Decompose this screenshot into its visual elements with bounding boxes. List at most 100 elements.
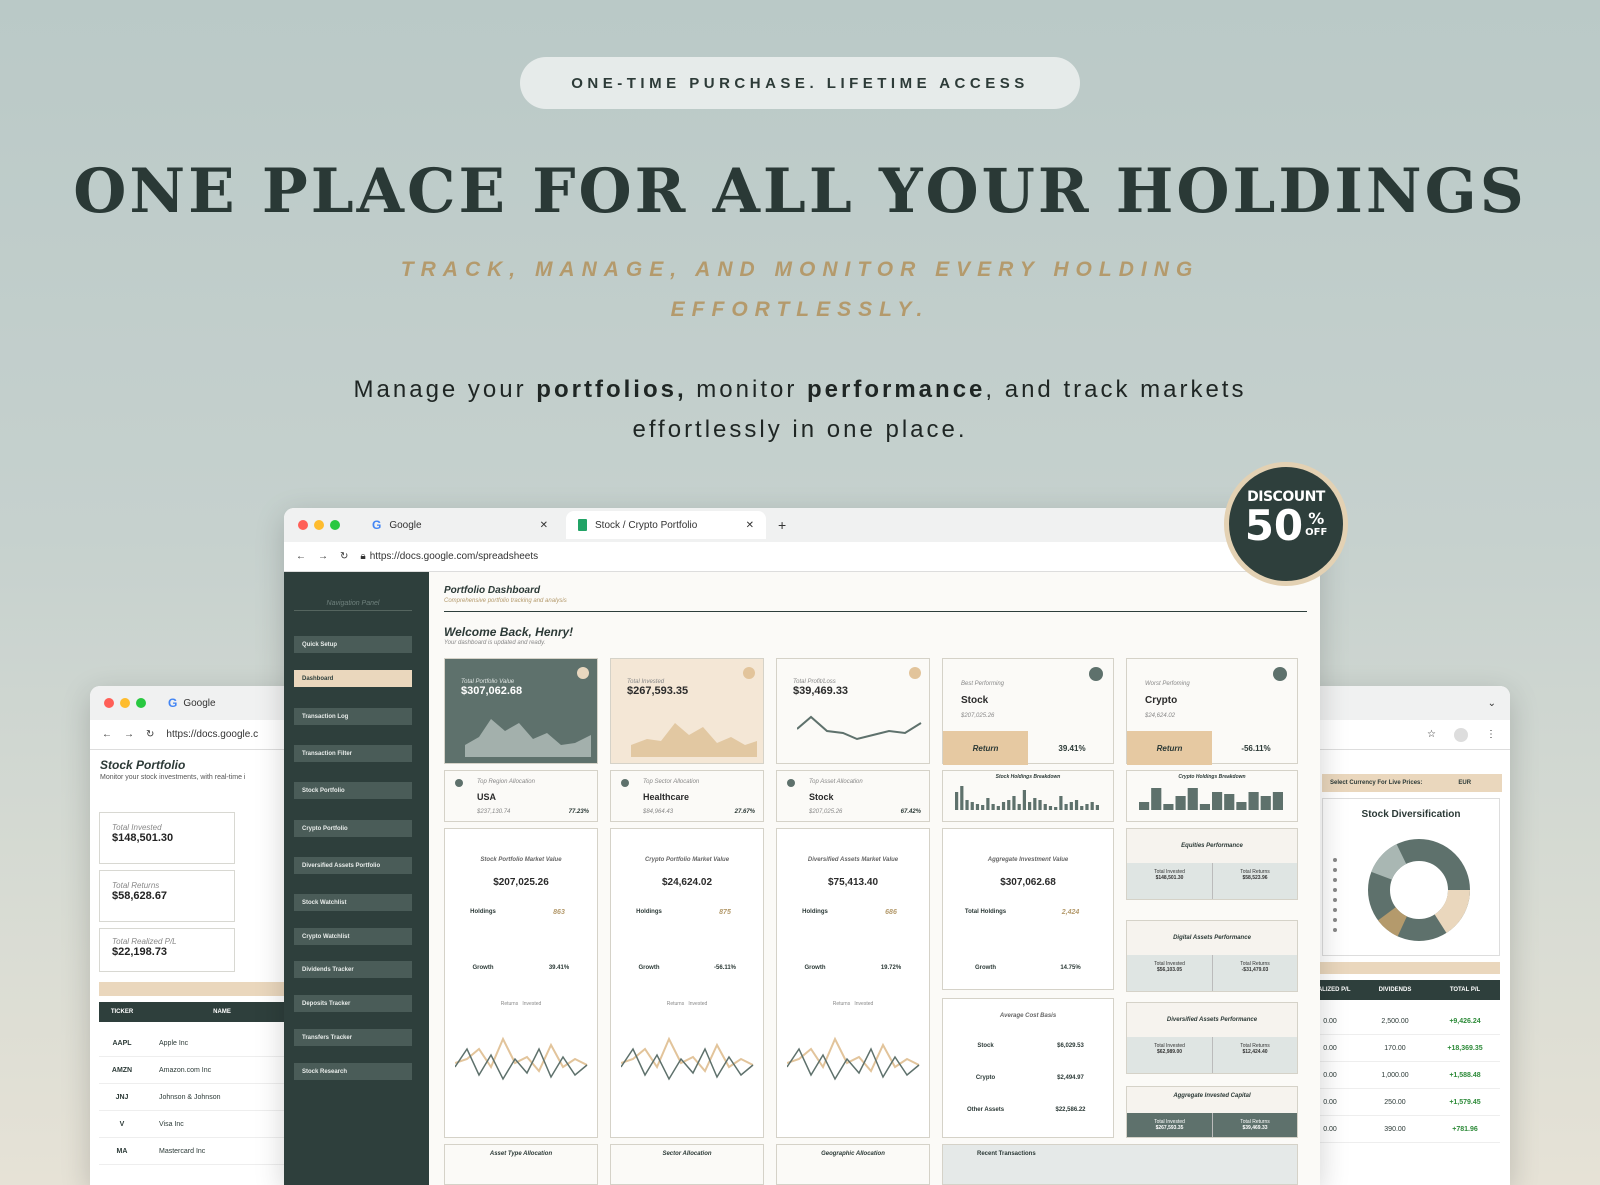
- avg-cost-row: Other Assets $22,586.22: [966, 1107, 1086, 1113]
- left-browser-window: G Google ← → ↻ https://docs.google.c Stock P…: [90, 686, 300, 1185]
- back-icon[interactable]: ←: [296, 551, 306, 562]
- main-browser-window: G Google ✕ Stock / Crypto Portfolio ✕ + ← → ↻…: [284, 508, 1320, 1185]
- diversification-donut: [1333, 839, 1470, 941]
- hero-description: Manage your portfolios, monitor performa…: [353, 376, 1247, 443]
- tab-google[interactable]: Google: [183, 698, 215, 709]
- hero-title: ONE PLACE FOR ALL YOUR HOLDINGS: [73, 156, 1527, 227]
- nav-item[interactable]: Stock Research: [294, 1063, 412, 1080]
- bar: [1022, 790, 1026, 810]
- chevron-down-icon[interactable]: ⌄: [1488, 698, 1496, 709]
- bar: [1272, 792, 1283, 810]
- table-row[interactable]: AAPL Apple Inc: [99, 1030, 299, 1057]
- url-field[interactable]: https://docs.google.c: [166, 729, 258, 740]
- purchase-pill: ONE-TIME PURCHASE. LIFETIME ACCESS: [520, 57, 1080, 109]
- profile-icon[interactable]: [1454, 727, 1468, 742]
- aggregate-investment-card: Aggregate Investment Value $307,062.68 T…: [942, 828, 1114, 990]
- chart-icon: [577, 667, 589, 679]
- market-value-card: Crypto Portfolio Market Value $24,624.02 H…: [610, 828, 764, 1138]
- nav-item[interactable]: Deposits Tracker: [294, 995, 412, 1012]
- close-icon[interactable]: ✕: [746, 520, 754, 531]
- stock-breakdown-card: Stock Holdings Breakdown: [942, 770, 1114, 822]
- nav-item[interactable]: Crypto Portfolio: [294, 820, 412, 837]
- performance-card: Aggregate Invested Capital Total Invested…: [1126, 1086, 1298, 1138]
- google-icon: G: [372, 518, 382, 532]
- nav-item[interactable]: Dashboard: [294, 670, 412, 687]
- dashboard-title: Portfolio Dashboard: [444, 585, 541, 596]
- performance-card: Digital Assets Performance Total Invested…: [1126, 920, 1298, 992]
- forward-icon[interactable]: →: [124, 729, 134, 740]
- market-value-card: Stock Portfolio Market Value $207,025.26 H…: [444, 828, 598, 1138]
- bar: [1059, 796, 1063, 810]
- title-divider: [444, 611, 1307, 612]
- table-row[interactable]: 0.00 1,000.00 +1,588.48: [1300, 1062, 1500, 1089]
- lock-icon: 🔒︎: [360, 551, 366, 562]
- menu-dots-icon[interactable]: ⋮: [1486, 729, 1496, 740]
- bar: [986, 798, 990, 810]
- navigation-panel: Navigation Panel Quick Setup Dashboard Tra…: [284, 572, 429, 1185]
- table-row[interactable]: 0.00 2,500.00 +9,426.24: [1300, 1008, 1500, 1035]
- nav-item[interactable]: Transfers Tracker: [294, 1029, 412, 1046]
- bar: [991, 804, 995, 810]
- bar: [1095, 805, 1099, 810]
- table-row[interactable]: AMZN Amazon.com Inc: [99, 1057, 299, 1084]
- forward-icon[interactable]: →: [318, 551, 328, 562]
- kpi-profit-loss: Total Profit/Loss $39,469.33: [776, 658, 930, 764]
- table-row[interactable]: 0.00 250.00 +1,579.45: [1300, 1089, 1500, 1116]
- stock-portfolio-title: Stock Portfolio: [100, 758, 186, 772]
- nav-item[interactable]: Stock Portfolio: [294, 782, 412, 799]
- crypto-breakdown-bars: [1139, 788, 1283, 810]
- bar: [1151, 788, 1162, 810]
- bar: [996, 806, 1000, 810]
- right-addressbar: ☆ ⋮: [1300, 720, 1510, 750]
- bar: [955, 792, 959, 810]
- bar: [1001, 802, 1006, 810]
- back-icon[interactable]: ←: [102, 729, 112, 740]
- right-table-header: REALIZED P/L DIVIDENDS TOTAL P/L: [1300, 980, 1500, 1000]
- bar: [1175, 796, 1186, 810]
- nav-title: Navigation Panel: [294, 600, 412, 611]
- market-value-card: Diversified Assets Market Value $75,413.4…: [776, 828, 930, 1138]
- nav-item[interactable]: Transaction Log: [294, 708, 412, 725]
- nav-item[interactable]: Transaction Filter: [294, 745, 412, 762]
- welcome-subtext: Your dashboard is updated and ready.: [444, 640, 546, 646]
- bar: [1236, 802, 1247, 810]
- reload-icon[interactable]: ↻: [146, 729, 154, 740]
- hero-subtitle: TRACK, MANAGE, AND MONITOR EVERY HOLDING…: [400, 258, 1200, 321]
- table-row[interactable]: 0.00 390.00 +781.96: [1300, 1116, 1500, 1143]
- table-row[interactable]: 0.00 170.00 +18,369.35: [1300, 1035, 1500, 1062]
- bar: [1012, 796, 1016, 810]
- new-tab-button[interactable]: +: [778, 517, 786, 533]
- allocation-card: Top Sector Allocation Healthcare $84,964.4…: [610, 770, 764, 822]
- nav-item[interactable]: Crypto Watchlist: [294, 928, 412, 945]
- nav-item[interactable]: Diversified Assets Portfolio: [294, 857, 412, 874]
- bar: [1033, 798, 1037, 810]
- nav-item[interactable]: Quick Setup: [294, 636, 412, 653]
- currency-select[interactable]: Select Currency For Live Prices: EUR: [1322, 774, 1502, 792]
- star-icon[interactable]: ☆: [1427, 729, 1436, 740]
- table-row[interactable]: V Visa Inc: [99, 1111, 299, 1138]
- left-addressbar: ← → ↻ https://docs.google.c: [90, 720, 300, 750]
- tab-google[interactable]: G Google ✕: [360, 511, 560, 539]
- avg-cost-row: Stock $6,029.53: [977, 1043, 1084, 1049]
- close-icon[interactable]: ✕: [540, 520, 548, 531]
- table-row[interactable]: JNJ Johnson & Johnson: [99, 1084, 299, 1111]
- right-header-band: [1300, 962, 1500, 974]
- stock-breakdown-bars: [955, 786, 1099, 810]
- performance-card: Equities Performance Total Invested $148,5…: [1126, 828, 1298, 900]
- bar: [970, 802, 974, 810]
- url-field[interactable]: https://docs.google.com/spreadsheets: [370, 551, 538, 562]
- nav-item[interactable]: Dividends Tracker: [294, 961, 412, 978]
- reload-icon[interactable]: ↻: [340, 551, 348, 562]
- bar: [1043, 804, 1047, 810]
- bar: [1085, 804, 1089, 810]
- left-card-invested: Total Invested $148,501.30: [99, 812, 235, 864]
- tab-portfolio[interactable]: Stock / Crypto Portfolio ✕: [566, 511, 766, 539]
- performance-card: Diversified Assets Performance Total Inve…: [1126, 1002, 1298, 1074]
- bar: [1069, 802, 1073, 810]
- right-browser-window: ⌄ ☆ ⋮ Select Currency For Live Prices: EUR…: [1300, 686, 1510, 1185]
- bar: [1224, 794, 1235, 810]
- bar: [1139, 802, 1150, 810]
- nav-item[interactable]: Stock Watchlist: [294, 894, 412, 911]
- table-row[interactable]: MA Mastercard Inc: [99, 1138, 299, 1165]
- best-performing-card: Best Performing Stock $207,025.26 Return…: [942, 658, 1114, 765]
